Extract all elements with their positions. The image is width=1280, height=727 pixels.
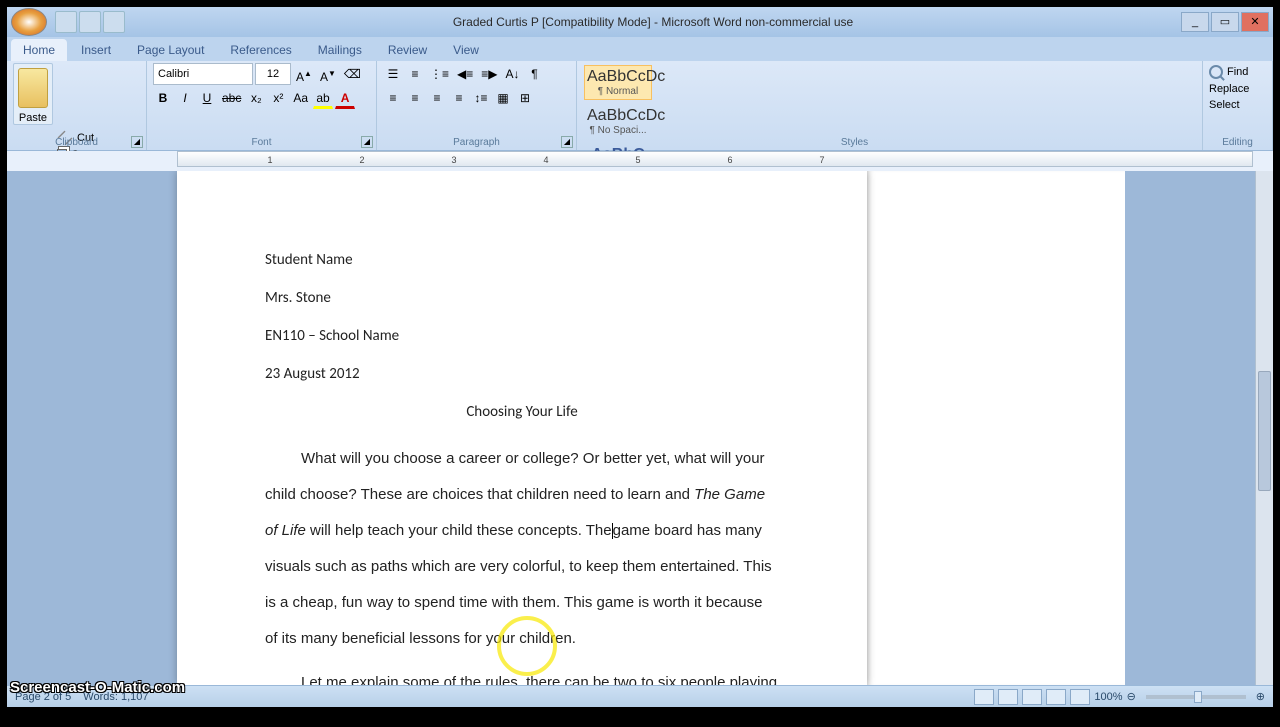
paragraph-group: ☰ ≡ ⋮≡ ◀≡ ≡▶ A↓ ¶ ≡ ≡ ≡ ≡ ↕≡ ▦ ⊞ Paragra… <box>377 61 577 150</box>
tab-insert[interactable]: Insert <box>69 39 123 61</box>
strikethrough-button[interactable]: abc <box>219 87 244 109</box>
office-button[interactable] <box>11 8 47 36</box>
editing-label: Editing <box>1203 137 1272 148</box>
editing-group: Find Replace Select Editing <box>1203 61 1273 150</box>
doc-teacher: Mrs. Stone <box>265 289 779 307</box>
style-no-spacing[interactable]: AaBbCcDc¶ No Spaci... <box>584 104 652 139</box>
doc-paragraph-2: Let me explain some of the rules, there … <box>265 665 779 685</box>
show-marks-button[interactable]: ¶ <box>525 63 545 85</box>
quick-access-toolbar <box>55 11 125 33</box>
paste-button[interactable]: Paste <box>13 63 53 125</box>
view-web-layout[interactable] <box>1022 689 1042 705</box>
font-color-button[interactable]: A <box>335 87 355 109</box>
change-case-button[interactable]: Aa <box>290 87 311 109</box>
shading-button[interactable]: ▦ <box>493 87 513 109</box>
ribbon: Paste Cut Copy Format Painter Clipboard … <box>7 61 1273 151</box>
close-button[interactable]: ✕ <box>1241 12 1269 32</box>
tab-view[interactable]: View <box>441 39 491 61</box>
clear-formatting-button[interactable]: ⌫ <box>341 63 364 85</box>
underline-button[interactable]: U <box>197 87 217 109</box>
font-label: Font <box>147 137 376 148</box>
zoom-level[interactable]: 100% <box>1094 691 1122 703</box>
paragraph-label: Paragraph <box>377 137 576 148</box>
replace-button[interactable]: Replace <box>1209 81 1266 97</box>
font-size-select[interactable] <box>255 63 291 85</box>
titlebar: Graded Curtis P [Compatibility Mode] - M… <box>7 7 1273 37</box>
sort-button[interactable]: A↓ <box>502 63 522 85</box>
view-draft[interactable] <box>1070 689 1090 705</box>
italic-button[interactable]: I <box>175 87 195 109</box>
zoom-thumb[interactable] <box>1194 691 1202 703</box>
tab-review[interactable]: Review <box>376 39 439 61</box>
redo-button[interactable] <box>103 11 125 33</box>
page[interactable]: Student Name Mrs. Stone EN110 – School N… <box>177 171 867 685</box>
align-center-button[interactable]: ≡ <box>405 87 425 109</box>
tab-home[interactable]: Home <box>11 39 67 61</box>
doc-student: Student Name <box>265 251 779 269</box>
select-button[interactable]: Select <box>1209 97 1266 113</box>
tab-mailings[interactable]: Mailings <box>306 39 374 61</box>
multilevel-list-button[interactable]: ⋮≡ <box>427 63 452 85</box>
align-left-button[interactable]: ≡ <box>383 87 403 109</box>
align-right-button[interactable]: ≡ <box>427 87 447 109</box>
view-full-screen[interactable] <box>998 689 1018 705</box>
justify-button[interactable]: ≡ <box>449 87 469 109</box>
window-title: Graded Curtis P [Compatibility Mode] - M… <box>125 15 1181 29</box>
line-spacing-button[interactable]: ↕≡ <box>471 87 491 109</box>
undo-button[interactable] <box>79 11 101 33</box>
styles-group: AaBbCcDc¶ Normal AaBbCcDc¶ No Spaci... A… <box>577 61 1203 150</box>
minimize-button[interactable]: _ <box>1181 12 1209 32</box>
numbering-button[interactable]: ≡ <box>405 63 425 85</box>
doc-date: 23 August 2012 <box>265 365 779 383</box>
zoom-out-button[interactable]: ⊖ <box>1127 690 1136 703</box>
clipboard-dialog-launcher[interactable]: ◢ <box>131 136 143 148</box>
doc-title: Choosing Your Life <box>265 403 779 421</box>
paragraph-dialog-launcher[interactable]: ◢ <box>561 136 573 148</box>
ruler[interactable]: 1 2 3 4 5 6 7 <box>7 151 1273 171</box>
increase-indent-button[interactable]: ≡▶ <box>478 63 500 85</box>
ribbon-tabs: Home Insert Page Layout References Maili… <box>7 37 1273 61</box>
view-outline[interactable] <box>1046 689 1066 705</box>
clipboard-label: Clipboard <box>7 137 146 148</box>
grow-font-button[interactable]: A▲ <box>293 63 315 85</box>
find-icon <box>1209 65 1223 79</box>
document-area[interactable]: Student Name Mrs. Stone EN110 – School N… <box>7 171 1273 685</box>
font-dialog-launcher[interactable]: ◢ <box>361 136 373 148</box>
view-print-layout[interactable] <box>974 689 994 705</box>
statusbar: Page 2 of 5 Words: 1,107 100% ⊖ ⊕ <box>7 685 1273 707</box>
font-group: A▲ A▼ ⌫ B I U abc x₂ x² Aa ab A Font ◢ <box>147 61 377 150</box>
shrink-font-button[interactable]: A▼ <box>317 63 339 85</box>
font-family-select[interactable] <box>153 63 253 85</box>
doc-paragraph-1: What will you choose a career or college… <box>265 441 779 657</box>
zoom-in-button[interactable]: ⊕ <box>1256 690 1265 703</box>
maximize-button[interactable]: ▭ <box>1211 12 1239 32</box>
doc-course: EN110 – School Name <box>265 327 779 345</box>
bullets-button[interactable]: ☰ <box>383 63 403 85</box>
highlight-button[interactable]: ab <box>313 87 333 109</box>
find-button[interactable]: Find <box>1209 63 1266 81</box>
watermark: Screencast-O-Matic.com <box>10 679 185 696</box>
subscript-button[interactable]: x₂ <box>246 87 266 109</box>
styles-label: Styles <box>577 137 1132 148</box>
clipboard-group: Paste Cut Copy Format Painter Clipboard … <box>7 61 147 150</box>
paste-icon <box>18 68 48 108</box>
page-right-margin <box>867 171 1125 685</box>
decrease-indent-button[interactable]: ◀≡ <box>454 63 476 85</box>
style-normal[interactable]: AaBbCcDc¶ Normal <box>584 65 652 100</box>
save-button[interactable] <box>55 11 77 33</box>
zoom-slider[interactable] <box>1146 695 1246 699</box>
scroll-thumb[interactable] <box>1258 371 1271 491</box>
superscript-button[interactable]: x² <box>268 87 288 109</box>
borders-button[interactable]: ⊞ <box>515 87 535 109</box>
scrollbar-vertical[interactable] <box>1255 171 1273 685</box>
tab-page-layout[interactable]: Page Layout <box>125 39 216 61</box>
bold-button[interactable]: B <box>153 87 173 109</box>
tab-references[interactable]: References <box>218 39 303 61</box>
